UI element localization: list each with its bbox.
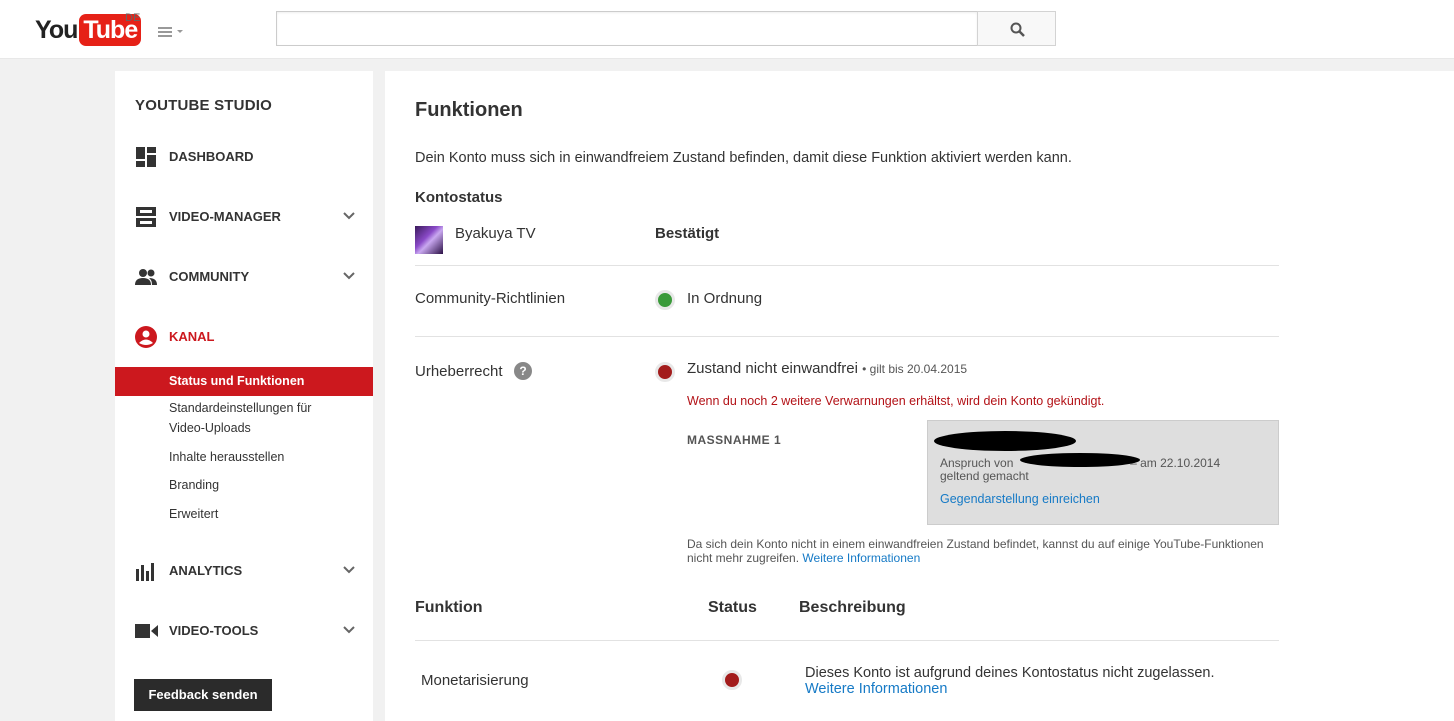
claim-prefix: Anspruch von <box>940 456 1014 470</box>
sidebar-sub-upload-defaults[interactable]: Standardeinstellungen für Video-Uploads <box>115 398 373 440</box>
sidebar-sub-advanced-label: Erweitert <box>169 507 219 521</box>
copyright-label: Urheberrecht <box>415 363 503 380</box>
claim-text: Anspruch von – am 22.10.2014 geltend gem… <box>940 457 1260 483</box>
monetization-more-info-link[interactable]: Weitere Informationen <box>805 681 947 697</box>
account-status-note: Da sich dein Konto nicht in einem einwan… <box>687 537 1267 565</box>
search-input[interactable] <box>276 11 978 46</box>
sidebar-sub-branding-label: Branding <box>169 478 220 492</box>
masthead: You Tube DE <box>0 0 1454 59</box>
sidebar-item-kanal[interactable]: KANAL <box>115 319 373 355</box>
table-header-status: Status <box>708 599 757 616</box>
sidebar-label-kanal: KANAL <box>169 329 215 344</box>
status-ok-icon <box>655 290 675 310</box>
sidebar-label-video-manager: VIDEO-MANAGER <box>169 209 281 224</box>
copyright-status: Zustand nicht einwandfrei • gilt bis 20.… <box>687 360 967 377</box>
monetization-description: Dieses Konto ist aufgrund deines Kontost… <box>805 665 1215 681</box>
claim-box: Anspruch von – am 22.10.2014 geltend gem… <box>927 420 1279 525</box>
divider <box>415 640 1279 641</box>
sidebar-label-video-tools: VIDEO-TOOLS <box>169 623 259 638</box>
sidebar-sub-branding[interactable]: Branding <box>115 475 373 497</box>
sidebar-sub-upload-defaults-label: Standardeinstellungen für Video-Uploads <box>169 401 312 435</box>
note-more-info-link[interactable]: Weitere Informationen <box>802 551 920 565</box>
sidebar-item-community[interactable]: COMMUNITY <box>115 259 373 295</box>
studio-sidebar: YOUTUBE STUDIO DASHBOARD VIDEO-MANAGER C… <box>115 71 373 721</box>
community-guidelines-status: In Ordnung <box>687 290 763 307</box>
video-camera-icon <box>135 624 158 638</box>
redaction <box>934 431 1076 451</box>
divider <box>415 265 1279 266</box>
sidebar-item-video-manager[interactable]: VIDEO-MANAGER <box>115 199 373 235</box>
sidebar-sub-status[interactable]: Status und Funktionen <box>115 367 373 396</box>
channel-name[interactable]: Byakuya TV <box>455 225 536 242</box>
counter-notice-link[interactable]: Gegendarstellung einreichen <box>940 492 1100 506</box>
community-guidelines-label: Community-Richtlinien <box>415 290 566 307</box>
status-error-icon <box>722 670 742 690</box>
feedback-button[interactable]: Feedback senden <box>134 679 272 711</box>
section-title-kontostatus: Kontostatus <box>415 189 503 206</box>
sidebar-label-analytics: ANALYTICS <box>169 563 243 578</box>
sidebar-label-community: COMMUNITY <box>169 269 250 284</box>
page-description: Dein Konto muss sich in einwandfreiem Zu… <box>415 150 1072 166</box>
chevron-down-icon[interactable] <box>343 625 355 635</box>
chevron-down-icon[interactable] <box>343 211 355 221</box>
claim-suffix: – am 22.10.2014 <box>1130 456 1221 470</box>
sidebar-item-dashboard[interactable]: DASHBOARD <box>115 139 373 175</box>
search-icon <box>1010 22 1025 37</box>
sidebar-title: YOUTUBE STUDIO <box>135 97 272 114</box>
sidebar-label-dashboard: DASHBOARD <box>169 149 254 164</box>
table-header-description: Beschreibung <box>799 599 906 616</box>
video-manager-icon <box>136 207 156 227</box>
sidebar-item-video-tools[interactable]: VIDEO-TOOLS <box>115 613 373 649</box>
page-title: Funktionen <box>415 99 523 121</box>
sidebar-sub-advanced[interactable]: Erweitert <box>115 504 373 526</box>
search-button[interactable] <box>977 11 1056 46</box>
main-content: Funktionen Dein Konto muss sich in einwa… <box>385 71 1454 721</box>
table-row-function: Monetarisierung <box>421 672 529 689</box>
account-icon <box>135 326 157 348</box>
note-text: Da sich dein Konto nicht in einem einwan… <box>687 537 1264 565</box>
dashboard-icon <box>136 147 156 167</box>
chevron-down-icon[interactable] <box>343 271 355 281</box>
copyright-status-text: Zustand nicht einwandfrei <box>687 360 858 377</box>
strike-warning: Wenn du noch 2 weitere Verwarnungen erhä… <box>687 394 1105 408</box>
status-error-icon <box>655 362 675 382</box>
logo-you-text: You <box>35 15 78 44</box>
channel-verified-status: Bestätigt <box>655 225 720 242</box>
sidebar-sub-featured-label: Inhalte herausstellen <box>169 450 285 464</box>
table-header-function: Funktion <box>415 599 483 616</box>
chevron-down-icon[interactable] <box>343 565 355 575</box>
sidebar-sub-featured[interactable]: Inhalte herausstellen <box>115 447 373 469</box>
copyright-valid-until: • gilt bis 20.04.2015 <box>862 362 968 376</box>
divider <box>415 336 1279 337</box>
sidebar-sub-status-label: Status und Funktionen <box>169 374 305 388</box>
help-icon[interactable]: ? <box>514 362 532 380</box>
channel-avatar[interactable] <box>415 226 443 254</box>
sidebar-item-analytics[interactable]: ANALYTICS <box>115 553 373 589</box>
analytics-icon <box>136 563 154 581</box>
claim-line2: geltend gemacht <box>940 469 1029 483</box>
community-icon <box>135 269 157 285</box>
strike-label: MASSNAHME 1 <box>687 433 782 447</box>
guide-menu-button[interactable] <box>158 25 186 39</box>
table-row-description: Dieses Konto ist aufgrund deines Kontost… <box>805 665 1285 697</box>
country-code: DE <box>125 12 141 24</box>
